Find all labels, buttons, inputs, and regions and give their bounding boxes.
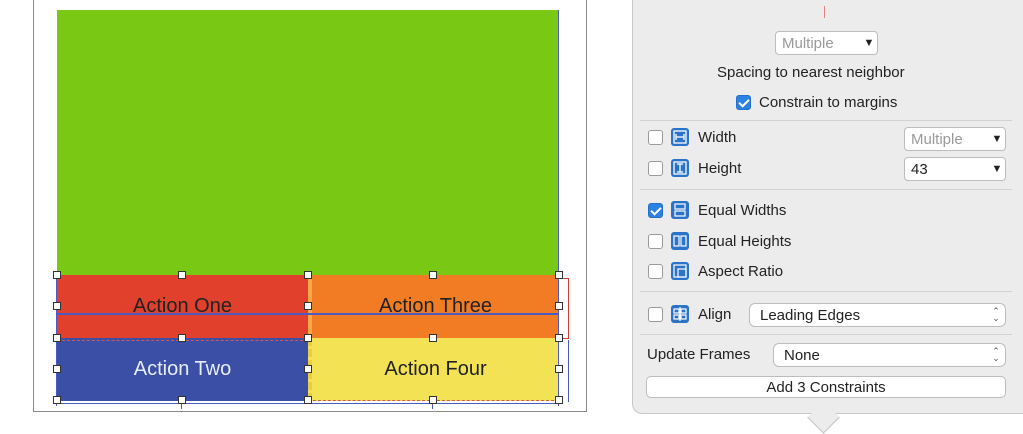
constraint-guide-red-cap-bottom	[562, 338, 569, 339]
add-constraints-button[interactable]: Add 3 Constraints	[646, 376, 1006, 398]
resize-handle[interactable]	[429, 334, 437, 342]
resize-handle[interactable]	[555, 334, 563, 342]
action-two-button[interactable]: Action Two	[57, 338, 308, 401]
resize-handle[interactable]	[429, 396, 437, 404]
resize-handle[interactable]	[304, 271, 312, 279]
separator	[640, 189, 1012, 190]
constraint-guide-right	[558, 10, 559, 406]
width-value: Multiple	[911, 130, 963, 148]
height-icon	[671, 159, 689, 177]
resize-handle[interactable]	[178, 271, 186, 279]
width-icon	[671, 128, 689, 146]
resize-handle[interactable]	[304, 334, 312, 342]
resize-handle[interactable]	[555, 271, 563, 279]
resize-handle[interactable]	[555, 396, 563, 404]
updown-arrows-icon: ⌃ ⌄	[992, 306, 1000, 323]
green-view[interactable]	[57, 10, 559, 275]
equal-heights-label: Equal Heights	[698, 233, 792, 250]
align-icon	[671, 305, 689, 323]
resize-handle[interactable]	[53, 271, 61, 279]
action-three-button[interactable]: Action Three	[308, 275, 559, 338]
constraint-guide-horizontal	[57, 313, 559, 315]
update-frames-popup[interactable]: None ⌃ ⌄	[773, 343, 1006, 367]
constraint-guide-right-2	[568, 340, 569, 402]
equal-widths-icon	[671, 201, 689, 219]
equal-heights-checkbox[interactable]	[648, 234, 663, 249]
chevron-down-icon: ▼	[991, 163, 1003, 175]
height-value-popup[interactable]: 43 ▼	[904, 157, 1006, 181]
align-value: Leading Edges	[760, 306, 861, 324]
separator	[640, 291, 1012, 292]
width-label: Width	[698, 129, 737, 146]
action-four-label: Action Four	[384, 358, 487, 380]
spacing-caption: Spacing to nearest neighbor	[717, 64, 905, 81]
aspect-ratio-label: Aspect Ratio	[698, 263, 784, 280]
resize-handle[interactable]	[304, 302, 312, 310]
resize-handle[interactable]	[555, 365, 563, 373]
resize-handle[interactable]	[53, 365, 61, 373]
action-two-label: Action Two	[133, 358, 232, 380]
height-value: 43	[911, 160, 928, 178]
constrain-to-margins-label: Constrain to margins	[759, 94, 898, 111]
equal-widths-checkbox[interactable]	[648, 203, 663, 218]
width-value-popup[interactable]: Multiple ▼	[904, 127, 1006, 151]
separator	[640, 120, 1012, 121]
height-checkbox[interactable]	[648, 161, 663, 176]
height-label: Height	[698, 160, 742, 177]
equal-widths-label: Equal Widths	[698, 202, 787, 219]
equal-heights-icon	[671, 232, 689, 250]
chevron-down-icon: ▼	[991, 133, 1003, 145]
resize-handle[interactable]	[304, 365, 312, 373]
update-frames-value: None	[784, 346, 820, 364]
action-four-button[interactable]: Action Four	[308, 338, 559, 401]
aspect-ratio-checkbox[interactable]	[648, 264, 663, 279]
resize-handle[interactable]	[53, 334, 61, 342]
chevron-down-icon: ▼	[863, 37, 875, 49]
action-one-button[interactable]: Action One	[57, 275, 308, 338]
aspect-ratio-icon	[671, 262, 689, 280]
updown-arrows-icon: ⌃ ⌄	[992, 346, 1000, 363]
align-label: Align	[698, 306, 732, 323]
resize-handle[interactable]	[555, 302, 563, 310]
resize-handle[interactable]	[304, 396, 312, 404]
resize-handle[interactable]	[53, 396, 61, 404]
spacing-value-popup[interactable]: Multiple ▼	[775, 31, 878, 55]
resize-handle[interactable]	[429, 271, 437, 279]
align-checkbox[interactable]	[648, 307, 663, 322]
align-value-popup[interactable]: Leading Edges ⌃ ⌄	[749, 303, 1006, 327]
constraint-guide-red-cap-top	[562, 278, 569, 279]
resize-handle[interactable]	[53, 302, 61, 310]
spacing-top-strut	[824, 6, 825, 18]
update-frames-label: Update Frames	[647, 346, 751, 363]
width-checkbox[interactable]	[648, 130, 663, 145]
constrain-to-margins-checkbox[interactable]	[736, 95, 751, 110]
separator	[640, 334, 1012, 335]
resize-handle[interactable]	[178, 334, 186, 342]
add-constraints-label: Add 3 Constraints	[766, 378, 886, 396]
resize-handle[interactable]	[178, 396, 186, 404]
constraint-guide-red-vertical	[568, 278, 569, 338]
spacing-value: Multiple	[782, 34, 834, 52]
